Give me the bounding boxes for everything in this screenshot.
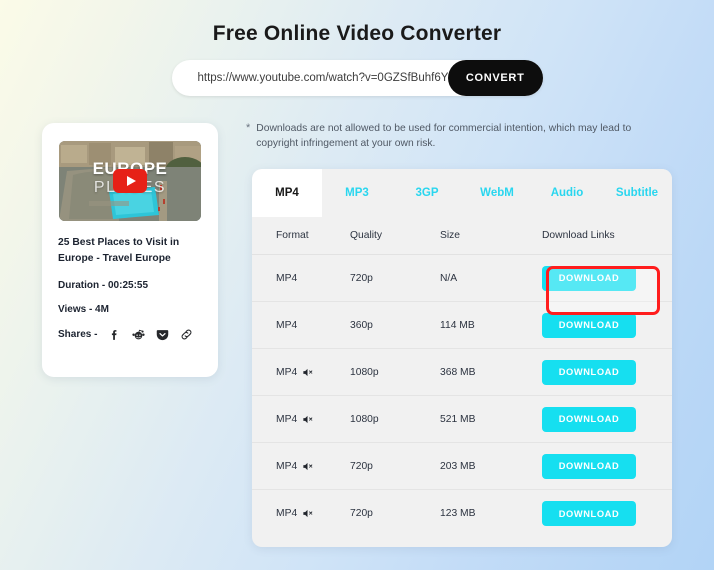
muted-audio-icon bbox=[302, 508, 313, 519]
share-row: Shares - bbox=[58, 328, 202, 341]
tab-subtitle[interactable]: Subtitle bbox=[602, 169, 672, 217]
column-header-size: Size bbox=[440, 230, 461, 241]
muted-audio-icon bbox=[302, 367, 313, 378]
cell-size: 114 MB bbox=[440, 319, 475, 331]
table-row: MP4 720p 203 MB DOWNLOAD bbox=[252, 443, 672, 490]
cell-format: MP4 bbox=[252, 508, 350, 519]
cell-size: 203 MB bbox=[440, 460, 476, 472]
table-row: MP4 360p 114 MB DOWNLOAD bbox=[252, 302, 672, 349]
download-button[interactable]: DOWNLOAD bbox=[542, 359, 636, 385]
tab-mp3[interactable]: MP3 bbox=[322, 169, 392, 217]
muted-audio-icon bbox=[302, 414, 313, 425]
cell-format: MP4 bbox=[252, 367, 350, 378]
cell-format: MP4 bbox=[252, 414, 350, 425]
table-row: MP4 1080p 521 MB DOWNLOAD bbox=[252, 396, 672, 443]
formats-panel: MP4 MP3 3GP WebM Audio Subtitle Format Q… bbox=[252, 169, 672, 547]
cell-format: MP4 bbox=[252, 320, 350, 331]
table-header: Format Quality Size Download Links bbox=[252, 217, 672, 255]
asterisk-icon: * bbox=[246, 122, 251, 134]
column-header-quality: Quality bbox=[350, 230, 383, 241]
format-tabs: MP4 MP3 3GP WebM Audio Subtitle bbox=[252, 169, 672, 217]
format-label: MP4 bbox=[276, 460, 298, 472]
facebook-icon[interactable] bbox=[108, 328, 121, 341]
video-duration: Duration - 00:25:55 bbox=[58, 280, 149, 291]
table-row: MP4 1080p 368 MB DOWNLOAD bbox=[252, 349, 672, 396]
table-row: MP4 720p 123 MB DOWNLOAD bbox=[252, 490, 672, 537]
cell-size: 368 MB bbox=[440, 366, 476, 378]
format-label: MP4 bbox=[276, 366, 298, 378]
page-title: Free Online Video Converter bbox=[212, 22, 502, 45]
cell-quality: 360p bbox=[350, 319, 373, 331]
link-icon[interactable] bbox=[180, 328, 193, 341]
cell-quality: 1080p bbox=[350, 413, 379, 425]
format-label: MP4 bbox=[276, 508, 298, 519]
reddit-icon[interactable] bbox=[132, 328, 146, 341]
cell-download: DOWNLOAD bbox=[528, 406, 672, 432]
cell-size: N/A bbox=[440, 272, 458, 284]
format-label: MP4 bbox=[276, 413, 298, 425]
cell-format: MP4 bbox=[252, 273, 350, 284]
download-button[interactable]: DOWNLOAD bbox=[542, 265, 636, 291]
format-label: MP4 bbox=[276, 272, 298, 284]
cell-size: 521 MB bbox=[440, 413, 476, 425]
download-button[interactable]: DOWNLOAD bbox=[542, 312, 636, 338]
video-title: 25 Best Places to Visit in Europe - Trav… bbox=[58, 237, 180, 264]
download-button[interactable]: DOWNLOAD bbox=[542, 406, 636, 432]
url-search-bar: CONVERT bbox=[171, 60, 543, 96]
cell-download: DOWNLOAD bbox=[528, 501, 672, 526]
column-header-format: Format bbox=[276, 230, 309, 241]
youtube-play-icon[interactable] bbox=[113, 169, 147, 193]
cell-quality: 1080p bbox=[350, 366, 379, 378]
shares-label: Shares - bbox=[58, 329, 98, 340]
cell-download: DOWNLOAD bbox=[528, 265, 672, 291]
column-header-download-links: Download Links bbox=[542, 230, 615, 241]
cell-format: MP4 bbox=[252, 461, 350, 472]
disclaimer: * Downloads are not allowed to be used f… bbox=[246, 121, 658, 151]
tab-webm[interactable]: WebM bbox=[462, 169, 532, 217]
cell-download: DOWNLOAD bbox=[528, 359, 672, 385]
format-label: MP4 bbox=[276, 319, 298, 331]
cell-download: DOWNLOAD bbox=[528, 312, 672, 338]
tab-audio[interactable]: Audio bbox=[532, 169, 602, 217]
cell-quality: 720p bbox=[350, 508, 373, 519]
table-row: MP4 720p N/A DOWNLOAD bbox=[252, 255, 672, 302]
disclaimer-text: Downloads are not allowed to be used for… bbox=[256, 123, 632, 149]
cell-quality: 720p bbox=[350, 460, 373, 472]
cell-quality: 720p bbox=[350, 272, 373, 284]
pocket-icon[interactable] bbox=[156, 328, 169, 341]
url-input[interactable] bbox=[171, 60, 448, 96]
video-views: Views - 4M bbox=[58, 304, 109, 315]
video-info-card: EUROPE PLACES 25 Best Places to Visit in… bbox=[42, 123, 218, 377]
video-thumbnail[interactable]: EUROPE PLACES bbox=[59, 141, 201, 221]
cell-download: DOWNLOAD bbox=[528, 453, 672, 479]
download-button[interactable]: DOWNLOAD bbox=[542, 453, 636, 479]
convert-button[interactable]: CONVERT bbox=[447, 60, 543, 96]
download-button[interactable]: DOWNLOAD bbox=[542, 501, 636, 526]
muted-audio-icon bbox=[302, 461, 313, 472]
tab-3gp[interactable]: 3GP bbox=[392, 169, 462, 217]
tab-mp4[interactable]: MP4 bbox=[252, 169, 322, 217]
cell-size: 123 MB bbox=[440, 508, 476, 519]
